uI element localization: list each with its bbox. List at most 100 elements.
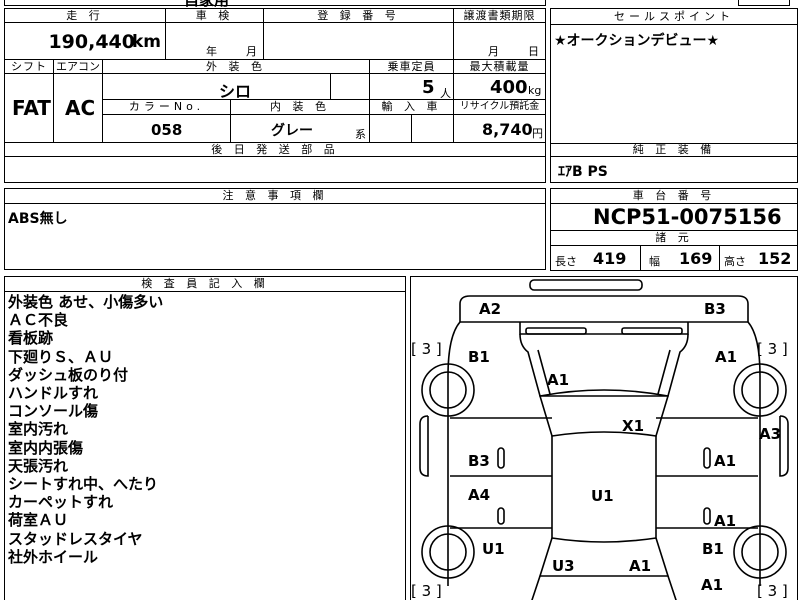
mark-right-rear-door: A1	[714, 512, 737, 530]
mark-right-front-door: A1	[714, 452, 737, 470]
inspector-line: ハンドルすれ	[8, 384, 99, 403]
inspector-header: 検 査 員 記 入 欄	[4, 276, 406, 292]
import-cell-right	[411, 114, 454, 143]
aircon-value: AC	[65, 96, 96, 120]
inspector-line: 天張汚れ	[8, 456, 69, 475]
exterior-color-extra-cell	[330, 73, 370, 100]
mark-hood: A1	[547, 371, 570, 389]
top-right-strip	[738, 0, 790, 6]
mark-trunk-left: U3	[552, 557, 575, 575]
notes-header: 注 意 事 項 欄	[4, 188, 546, 204]
max-load-header: 最大積載量	[453, 59, 546, 74]
sales-point-text: ★オークションデビュー★	[554, 33, 720, 49]
windshield	[538, 389, 670, 437]
mileage-header: 走 行	[4, 8, 166, 23]
capacity-value: 5	[422, 77, 435, 98]
registration-header: 登 録 番 号	[263, 8, 454, 23]
wiper-right	[621, 327, 683, 335]
rear-pillars	[531, 575, 677, 600]
mark-right-front-fender: A1	[715, 348, 738, 366]
color-no-cell: 058	[102, 114, 231, 143]
right-front-door	[656, 417, 758, 529]
right-door-handle-rear	[703, 507, 711, 525]
specs-width-cell: 幅 169	[640, 245, 720, 271]
max-load-unit: kg	[528, 84, 542, 97]
color-no-header: カラーNo.	[102, 99, 231, 115]
mark-roof: U1	[591, 487, 614, 505]
inspector-line: 下廻りＳ、ＡＵ	[8, 347, 114, 366]
aircon-header: エアコン	[53, 59, 103, 74]
mark-left-front-fender: B1	[468, 348, 490, 366]
specs-length-value: 419	[593, 249, 627, 268]
genuine-header: 純 正 装 備	[550, 143, 798, 157]
genuine-cell: ｴｱB PS	[550, 156, 798, 183]
tire-bracket-front-left: [ 3 ]	[411, 340, 442, 358]
mark-right-edge: A3	[759, 425, 782, 443]
capacity-unit: 人	[440, 87, 451, 100]
inspector-line: 室内内張傷	[8, 438, 84, 457]
transfer-day-unit: 日	[528, 45, 539, 58]
wiper-left	[525, 327, 587, 335]
inspector-line: 荷室ＡＵ	[8, 511, 69, 530]
shift-cell: FAT	[4, 73, 54, 143]
tire-bracket-front-right: [ 3 ]	[757, 340, 788, 358]
sales-point-box	[550, 8, 798, 144]
inspector-line: シートすれ中、へたり	[8, 475, 159, 494]
interior-color-unit: 系	[355, 128, 366, 141]
inspector-line: カーペットすれ	[8, 493, 114, 512]
genuine-text: ｴｱB PS	[558, 164, 608, 180]
mark-left-front-door: B3	[468, 452, 490, 470]
transfer-header: 譲渡書類期限	[453, 8, 546, 23]
right-door-handle-front	[703, 447, 711, 469]
left-mirror	[419, 415, 429, 477]
inspector-lines: 外装色 あせ、小傷多い ＡＣ不良 看板跡 下廻りＳ、ＡＵ ダッシュ板のり付 ハン…	[8, 293, 163, 566]
exterior-color-header: 外 装 色	[102, 59, 370, 74]
inspection-month-unit: 月	[246, 45, 257, 58]
specs-length-label: 長さ	[555, 255, 577, 268]
tire-bracket-rear-left: [ 3 ]	[411, 582, 442, 600]
inspector-line: ＡＣ不良	[8, 311, 69, 330]
max-load-cell: 400 kg	[453, 73, 546, 100]
mark-front-right-corner: B3	[704, 300, 726, 318]
interior-color-value: グレー	[271, 123, 313, 139]
aircon-cell: AC	[53, 73, 103, 143]
inspection-header: 車 検	[165, 8, 264, 23]
car-diagram	[419, 279, 789, 600]
specs-height-value: 152	[758, 249, 792, 268]
mark-front-left-corner: A2	[479, 300, 502, 318]
import-cell-left	[369, 114, 412, 143]
recycle-cell: 8,740 円	[453, 114, 546, 143]
specs-height-label: 高さ	[724, 255, 746, 268]
capacity-header: 乗車定員	[369, 59, 454, 74]
sales-point-header: セールスポイント	[550, 8, 798, 25]
inspector-line: スタッドレスタイヤ	[8, 529, 143, 548]
import-header: 輸 入 車	[369, 99, 454, 115]
recycle-value: 8,740	[482, 120, 533, 139]
front-bumper-top	[529, 279, 643, 291]
mileage-cell: 190,440 km	[4, 22, 166, 60]
recycle-unit: 円	[532, 127, 543, 140]
mileage-unit: km	[131, 32, 161, 52]
registration-cell	[263, 22, 454, 60]
specs-length-cell: 長さ 419	[550, 245, 641, 271]
max-load-value: 400	[490, 77, 528, 98]
mark-trunk-right: A1	[629, 557, 652, 575]
inspection-year-unit: 年	[206, 45, 217, 58]
interior-color-header: 内 装 色	[230, 99, 370, 115]
mark-right-rear-fender: B1	[702, 540, 724, 558]
capacity-cell: 5 人	[369, 73, 454, 100]
exterior-color-cell: シロ	[102, 73, 331, 100]
specs-header: 諸 元	[550, 230, 798, 246]
mark-rear-right: A1	[701, 576, 724, 594]
specs-width-label: 幅	[649, 255, 660, 268]
inspector-line: 外装色 あせ、小傷多い	[8, 293, 164, 311]
mark-left-rear-fender: U1	[482, 540, 505, 558]
interior-color-cell: グレー 系	[230, 114, 370, 143]
left-body-side	[447, 321, 461, 586]
transfer-month-unit: 月	[488, 45, 499, 58]
later-parts-cell	[4, 156, 546, 183]
inspector-line: 看板跡	[8, 329, 54, 348]
exterior-color-value: シロ	[219, 82, 252, 100]
mark-left-rear-door: A4	[468, 486, 491, 504]
mileage-value: 190,440	[48, 31, 135, 53]
